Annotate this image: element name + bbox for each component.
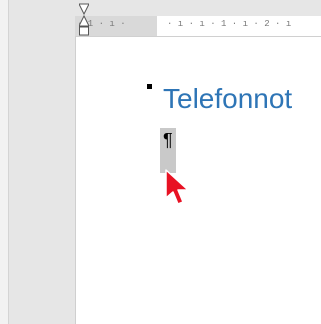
list-bullet-icon [147, 84, 152, 89]
paragraph-mark[interactable]: ¶ [163, 130, 173, 150]
horizontal-ruler[interactable]: · 1 · ı · · ı · ı · 1 · ı · 2 · ı [75, 16, 321, 37]
hourglass-indent-icon[interactable] [79, 2, 89, 36]
left-gutter [0, 0, 9, 324]
ruler-ticks-right: · ı · ı · 1 · ı · 2 · ı [167, 19, 292, 29]
heading-text[interactable]: Telefonnot [163, 78, 292, 120]
editor-window: · 1 · ı · · ı · ı · 1 · ı · 2 · ı Telefo… [0, 0, 321, 324]
mouse-pointer-icon [165, 169, 189, 205]
